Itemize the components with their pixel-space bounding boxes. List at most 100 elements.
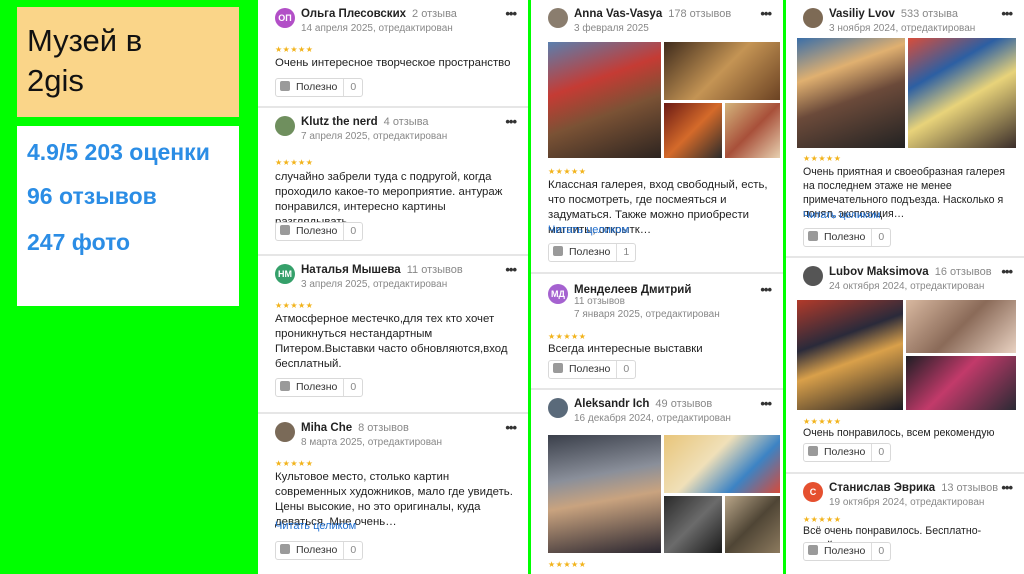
review-text: Очень понравилось, всем рекомендую: [803, 427, 995, 439]
slide-title-line2: 2gis: [27, 63, 84, 98]
useful-button[interactable]: Полезно 0: [275, 222, 364, 241]
useful-button[interactable]: Полезно 0: [803, 443, 892, 462]
rating-stars: ★★★★★: [275, 45, 314, 54]
review-photo[interactable]: [906, 356, 1016, 410]
avatar[interactable]: ОП: [275, 8, 295, 28]
thumbs-up-icon: [280, 225, 290, 236]
review-text: Очень интересное творческое пространство: [275, 57, 511, 69]
reviewer-name[interactable]: Vasiliy Lvov 533 отзыва: [829, 8, 958, 20]
review-card: МД Менделеев Дмитрий 11 отзывов 7 января…: [531, 274, 783, 390]
avatar[interactable]: [275, 422, 295, 442]
review-date: 16 декабря 2024, отредактирован: [574, 413, 731, 424]
review-date: 3 февраля 2025: [574, 23, 649, 34]
review-photo[interactable]: [664, 42, 780, 100]
more-menu-icon[interactable]: •••: [505, 114, 517, 129]
avatar[interactable]: [803, 8, 823, 28]
review-photo[interactable]: [664, 496, 722, 553]
reviewer-name[interactable]: Станислав Эврика 13 отзывов: [829, 482, 998, 494]
thumbs-up-icon: [280, 544, 290, 555]
review-date: 3 апреля 2025, отредактирован: [301, 279, 448, 290]
more-menu-icon[interactable]: •••: [505, 262, 517, 277]
review-card: ОП Ольга Плесовских 2 отзыва 14 апреля 20…: [258, 0, 528, 108]
useful-button[interactable]: Полезно 1: [548, 243, 637, 262]
review-photo[interactable]: [725, 103, 780, 158]
review-date: 14 апреля 2025, отредактирован: [301, 23, 453, 34]
review-count: 178 отзывов: [668, 8, 732, 20]
rating-stars: ★★★★★: [803, 154, 842, 163]
review-photo[interactable]: [548, 435, 661, 553]
reviewer-name[interactable]: Lubov Maksimova 16 отзывов: [829, 266, 992, 278]
useful-button[interactable]: Полезно 0: [548, 360, 637, 379]
review-date: 8 марта 2025, отредактирован: [301, 437, 443, 448]
review-text: случайно забрели туда с подругой, когда …: [275, 171, 503, 228]
review-card: НМ Наталья Мышева 11 отзывов 3 апреля 202…: [258, 256, 528, 414]
review-photo[interactable]: [908, 38, 1016, 148]
read-more-link[interactable]: Читать целиком: [803, 209, 881, 221]
review-card: С Станислав Эврика 13 отзывов 19 октября …: [786, 474, 1024, 574]
review-date: 19 октября 2024, отредактирован: [829, 497, 985, 508]
more-menu-icon[interactable]: •••: [1001, 6, 1013, 21]
thumbs-up-icon: [553, 363, 563, 374]
review-date: 24 октября 2024, отредактирован: [829, 281, 985, 292]
review-text: Всегда интересные выставки: [548, 343, 703, 355]
reviewer-name[interactable]: Менделеев Дмитрий: [574, 284, 691, 296]
reviewer-name[interactable]: Ольга Плесовских 2 отзыва: [301, 8, 457, 20]
useful-button[interactable]: Полезно 0: [275, 78, 364, 97]
review-photo[interactable]: [664, 435, 780, 493]
review-photo[interactable]: [664, 103, 722, 158]
review-card: Lubov Maksimova 16 отзывов 24 октября 202…: [786, 258, 1024, 474]
reviewer-name[interactable]: Miha Che 8 отзывов: [301, 422, 409, 434]
more-menu-icon[interactable]: •••: [760, 282, 772, 297]
avatar[interactable]: [548, 8, 568, 28]
avatar[interactable]: [275, 116, 295, 136]
reviews-column-3: Vasiliy Lvov 533 отзыва 3 ноября 2024, от…: [786, 0, 1024, 574]
rating-stars: ★★★★★: [803, 515, 842, 524]
more-menu-icon[interactable]: •••: [505, 420, 517, 435]
rating-stars: ★★★★★: [803, 417, 842, 426]
reviews-column-2: Anna Vas-Vasya 178 отзывов 3 февраля 2025…: [531, 0, 783, 574]
review-count: 533 отзыва: [900, 8, 958, 20]
more-menu-icon[interactable]: •••: [505, 6, 517, 21]
reviewer-name[interactable]: Наталья Мышева 11 отзывов: [301, 264, 463, 276]
useful-button[interactable]: Полезно 0: [803, 228, 892, 247]
slide-title-line1: Музей в: [27, 23, 143, 58]
review-card: Miha Che 8 отзывов 8 марта 2025, отредакт…: [258, 414, 528, 574]
review-card: Anna Vas-Vasya 178 отзывов 3 февраля 2025…: [531, 0, 783, 274]
read-more-link[interactable]: Читать целиком: [548, 224, 629, 236]
avatar[interactable]: НМ: [275, 264, 295, 284]
review-count: 2 отзыва: [412, 8, 457, 20]
review-count: 16 отзывов: [934, 266, 992, 278]
avatar[interactable]: МД: [548, 284, 568, 304]
rating-stat: 4.9/5 203 оценки: [27, 139, 210, 165]
review-photo[interactable]: [725, 496, 780, 553]
reviewer-name[interactable]: Aleksandr Ich 49 отзывов: [574, 398, 712, 410]
review-count: 8 отзывов: [358, 422, 409, 434]
reviewer-name[interactable]: Klutz the nerd 4 отзыва: [301, 116, 429, 128]
more-menu-icon[interactable]: •••: [760, 396, 772, 411]
review-count: 11 отзывов: [574, 296, 625, 307]
useful-button[interactable]: Полезно 0: [275, 378, 364, 397]
review-photo[interactable]: [797, 300, 903, 410]
review-count: 4 отзыва: [383, 116, 429, 128]
thumbs-up-icon: [553, 246, 563, 257]
more-menu-icon[interactable]: •••: [1001, 480, 1013, 495]
review-photo[interactable]: [906, 300, 1016, 353]
rating-stars: ★★★★★: [275, 158, 314, 167]
more-menu-icon[interactable]: •••: [1001, 264, 1013, 279]
review-photo[interactable]: [797, 38, 905, 148]
thumbs-up-icon: [808, 545, 818, 556]
review-photo[interactable]: [548, 42, 661, 158]
avatar[interactable]: [548, 398, 568, 418]
reviewer-name[interactable]: Anna Vas-Vasya 178 отзывов: [574, 8, 731, 20]
useful-button[interactable]: Полезно 0: [275, 541, 364, 560]
more-menu-icon[interactable]: •••: [760, 6, 772, 21]
avatar[interactable]: С: [803, 482, 823, 502]
reviews-stat: 96 отзывов: [27, 183, 157, 209]
review-date: 7 января 2025, отредактирован: [574, 309, 720, 320]
review-text: Атмосферное местечко,для тех кто хочет п…: [275, 313, 508, 370]
useful-button[interactable]: Полезно 0: [803, 542, 892, 561]
slide-title-box: Музей в 2gis: [17, 7, 239, 117]
read-more-link[interactable]: Читать целиком: [275, 520, 356, 532]
rating-stars: ★★★★★: [275, 459, 314, 468]
avatar[interactable]: [803, 266, 823, 286]
